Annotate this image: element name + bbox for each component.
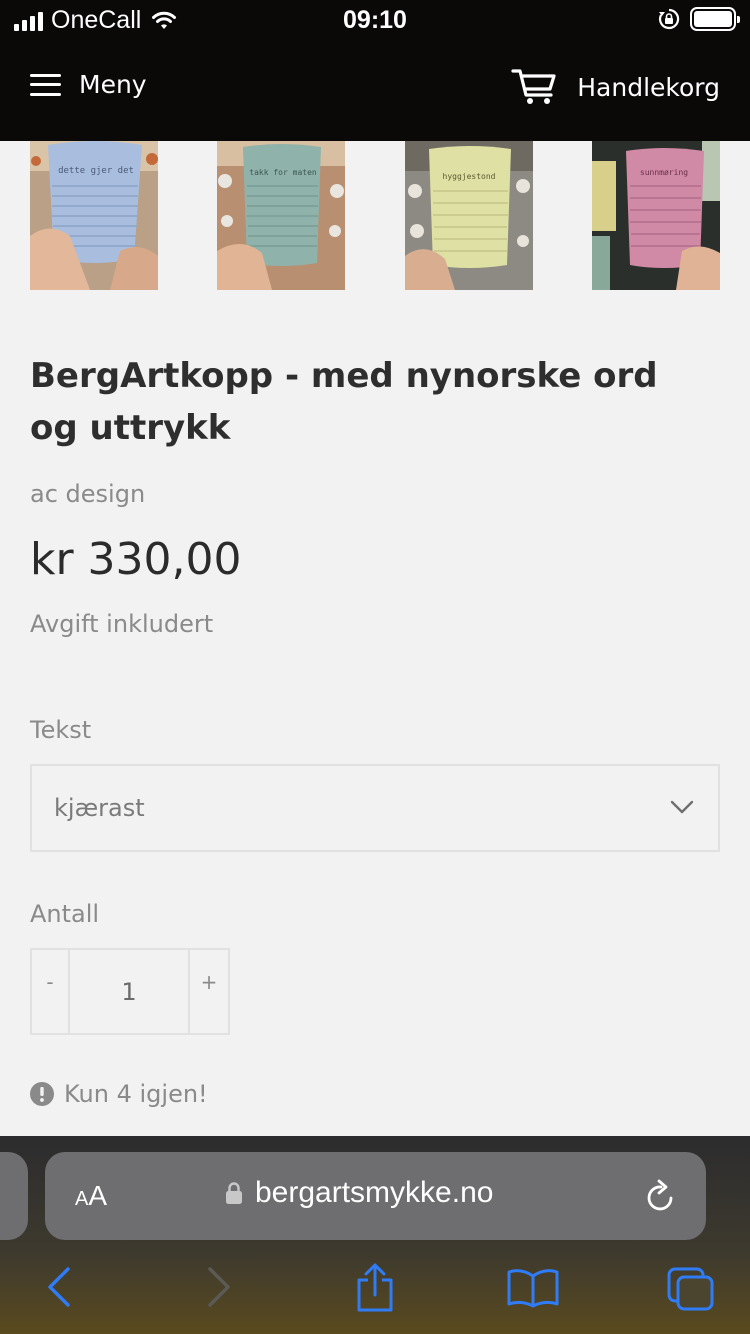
- chevron-down-icon: [670, 800, 694, 814]
- share-icon[interactable]: [354, 1262, 396, 1314]
- lock-icon: [226, 1182, 242, 1204]
- mug-photo-4: sunnmøring: [591, 141, 720, 290]
- reload-icon[interactable]: [644, 1178, 678, 1214]
- mug-photo-1: dette gjer det: [30, 141, 158, 290]
- mug-text-3: hyggjestond: [442, 172, 495, 181]
- forward-arrow-icon[interactable]: [204, 1266, 234, 1308]
- exclamation-icon: [30, 1082, 54, 1106]
- menu-button[interactable]: Meny: [30, 70, 147, 99]
- address-bar[interactable]: AA bergartsmykke.no: [45, 1152, 706, 1240]
- quantity-label: Antall: [30, 900, 100, 928]
- tax-note: Avgift inkludert: [30, 610, 214, 638]
- mug-photo-3: hyggjestond: [404, 141, 533, 290]
- menu-label: Meny: [79, 70, 147, 99]
- tabs-icon[interactable]: [666, 1266, 716, 1312]
- variant-selected-value: kjærast: [54, 794, 145, 822]
- cart-label: Handlekorg: [577, 72, 720, 102]
- product-thumbnails: dette gjer det takk for maten hyggjeston…: [30, 141, 720, 290]
- clock: 09:10: [343, 6, 407, 34]
- mug-text-1: dette gjer det: [58, 166, 134, 176]
- cart-icon: [511, 69, 556, 104]
- stock-message: Kun 4 igjen!: [64, 1080, 208, 1108]
- orientation-lock-icon: [658, 8, 680, 30]
- reader-settings-button[interactable]: AA: [75, 1180, 107, 1212]
- stock-warning: Kun 4 igjen!: [30, 1080, 208, 1108]
- url-text: bergartsmykke.no: [255, 1176, 494, 1209]
- quantity-decrease-button[interactable]: -: [32, 950, 70, 1033]
- thumbnail-1[interactable]: dette gjer det: [30, 141, 158, 290]
- bookmarks-icon[interactable]: [506, 1268, 560, 1308]
- mug-text-4: sunnmøring: [640, 168, 688, 177]
- thumbnail-3[interactable]: hyggjestond: [404, 141, 533, 290]
- url-display[interactable]: bergartsmykke.no: [225, 1176, 493, 1210]
- cart-button[interactable]: Handlekorg: [511, 68, 720, 106]
- quantity-stepper: - 1 +: [30, 948, 230, 1035]
- thumbnail-2[interactable]: takk for maten: [217, 141, 346, 290]
- battery-icon: [690, 7, 740, 31]
- thumbnail-4[interactable]: sunnmøring: [591, 141, 720, 290]
- status-bar: OneCall 09:10: [0, 0, 750, 40]
- browser-toolbar: [0, 1258, 750, 1324]
- mug-body-2: [243, 144, 322, 266]
- hamburger-icon: [30, 73, 61, 96]
- variant-label: Tekst: [30, 716, 92, 744]
- product-price: kr 330,00: [30, 534, 242, 585]
- mug-photo-2: takk for maten: [217, 141, 346, 290]
- status-right-group: [658, 7, 740, 31]
- product-title: BergArtkopp - med nynorske ord og uttryk…: [30, 356, 658, 448]
- mug-body-3: [428, 146, 511, 268]
- quantity-increase-button[interactable]: +: [190, 950, 228, 1033]
- quantity-input[interactable]: 1: [70, 950, 190, 1033]
- mug-text-2: takk for maten: [250, 168, 318, 177]
- previous-tab-preview[interactable]: [0, 1152, 28, 1240]
- variant-select[interactable]: kjærast: [30, 764, 720, 852]
- site-header: Meny Handlekorg: [0, 40, 750, 141]
- product-vendor[interactable]: ac design: [30, 480, 145, 508]
- back-arrow-icon[interactable]: [44, 1266, 74, 1308]
